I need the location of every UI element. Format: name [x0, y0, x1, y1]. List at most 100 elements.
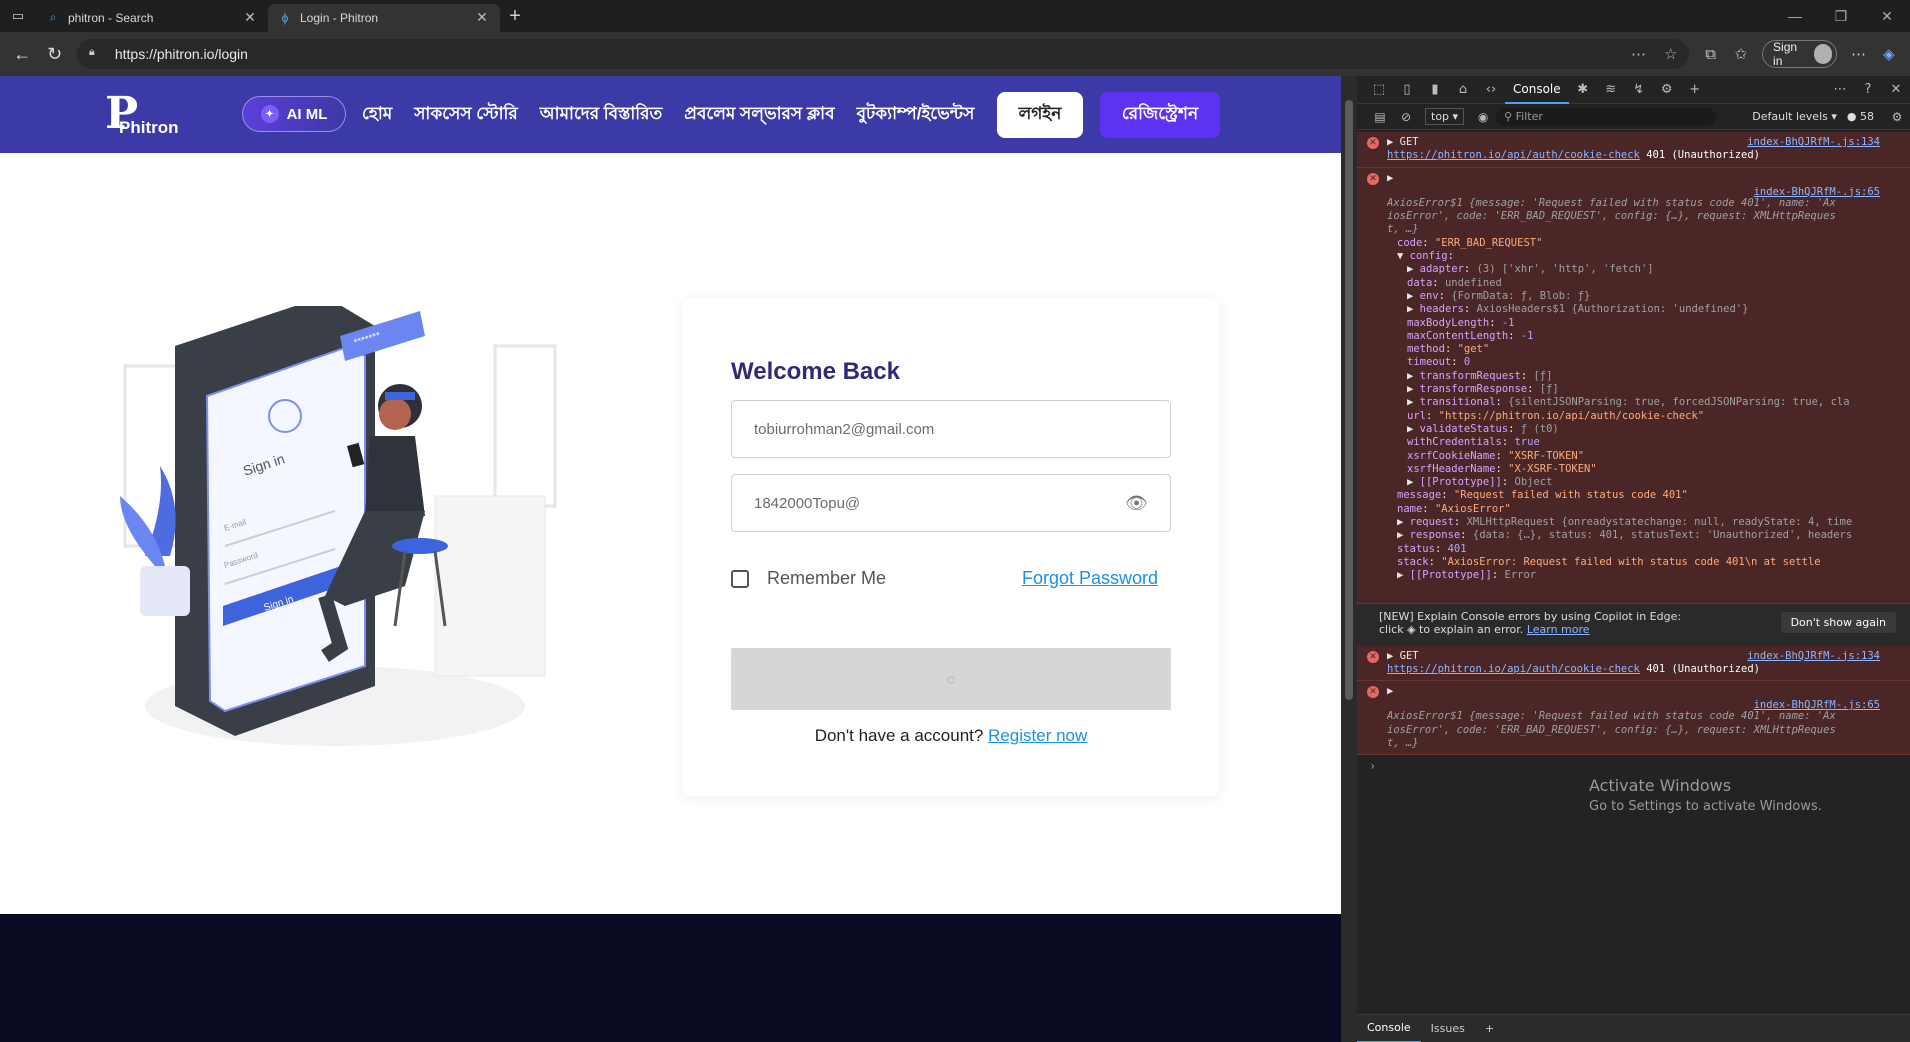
bug-icon[interactable]: ✱	[1569, 82, 1597, 97]
remember-me[interactable]: Remember Me	[731, 568, 886, 589]
minimize-icon[interactable]: —	[1772, 8, 1818, 25]
restore-icon[interactable]: ❐	[1818, 8, 1864, 25]
console-prompt[interactable]: ›	[1357, 759, 1910, 773]
sidebar-toggle-icon[interactable]: ▤	[1367, 110, 1393, 124]
request-url[interactable]: https://phitron.io/api/auth/cookie-check	[1387, 149, 1640, 161]
email-field[interactable]: tobiurrohman2@gmail.com	[731, 400, 1171, 458]
home-icon[interactable]: ⌂	[1449, 82, 1477, 97]
close-devtools-icon[interactable]: ✕	[1882, 82, 1910, 97]
property-key: transformResponse	[1419, 383, 1528, 396]
console-error-entry[interactable]: ✕ ▶ index-BhQJRfM-.js:65 AxiosError$1 {m…	[1357, 681, 1910, 756]
add-tool-icon[interactable]: +	[1681, 82, 1709, 97]
source-link[interactable]: index-BhQJRfM-.js:134	[1747, 650, 1880, 662]
forgot-password-link[interactable]: Forgot Password	[1022, 568, 1158, 589]
nav-link-about[interactable]: আমাদের বিস্তারিত	[540, 101, 663, 129]
tab-search[interactable]: ⌕ phitron - Search ✕	[36, 4, 268, 32]
object-property-line: status: 401	[1387, 543, 1902, 556]
object-property-line[interactable]: ▶ validateStatus: ƒ (t0)	[1387, 423, 1902, 436]
object-property-line[interactable]: ▶ transitional: {silentJSONParsing: true…	[1387, 396, 1902, 409]
object-property-line[interactable]: ▶ [[Prototype]]: Error	[1387, 569, 1902, 582]
property-value: "Request failed with status code 401"	[1453, 489, 1688, 502]
ai-ml-button[interactable]: ✦ AI ML	[242, 96, 346, 132]
nav-link-home[interactable]: হোম	[362, 101, 392, 129]
dont-show-again-button[interactable]: Don't show again	[1780, 611, 1896, 633]
log-levels-select[interactable]: Default levels ▾	[1752, 110, 1837, 123]
drawer-tab-issues[interactable]: Issues	[1421, 1022, 1475, 1035]
error-summary: t, …}	[1387, 223, 1419, 236]
favorite-star-icon[interactable]: ☆	[1664, 45, 1677, 63]
close-window-icon[interactable]: ✕	[1864, 8, 1910, 25]
object-property-line[interactable]: ▶ response: {data: {…}, status: 401, sta…	[1387, 529, 1902, 542]
nav-login-button[interactable]: লগইন	[997, 92, 1083, 138]
copilot-icon[interactable]: ◈	[1874, 45, 1904, 63]
sign-in-button[interactable]: Sign in	[1762, 40, 1838, 68]
nav-link-success-story[interactable]: সাকসেস স্টোরি	[414, 101, 518, 129]
nav-register-button[interactable]: রেজিস্ট্রেশন	[1100, 92, 1220, 138]
console-settings-icon[interactable]: ⚙	[1884, 110, 1910, 124]
object-property-line[interactable]: ▶ [[Prototype]]: Object	[1387, 476, 1902, 489]
console-error-entry[interactable]: ✕ ▶ index-BhQJRfM-.js:65 AxiosError$1 {m…	[1357, 167, 1910, 604]
tab-title: phitron - Search	[68, 10, 154, 25]
refresh-button[interactable]: ↻	[38, 39, 70, 69]
object-property-line[interactable]: ▶ adapter: (3) ['xhr', 'http', 'fetch']	[1387, 263, 1902, 276]
request-url[interactable]: https://phitron.io/api/auth/cookie-check	[1387, 663, 1640, 675]
close-tab-icon[interactable]: ✕	[474, 9, 490, 26]
remember-checkbox[interactable]	[731, 569, 749, 588]
avatar	[1813, 44, 1833, 64]
source-link[interactable]: index-BhQJRfM-.js:134	[1747, 136, 1880, 148]
tab-console[interactable]: Console	[1505, 76, 1569, 104]
elements-icon[interactable]: ‹›	[1477, 82, 1505, 97]
nav-link-bootcamp[interactable]: বুটক্যাম্প/ইভেন্টস	[857, 101, 975, 129]
back-button[interactable]: ←	[6, 39, 38, 69]
object-property-line[interactable]: ▶ env: {FormData: ƒ, Blob: ƒ}	[1387, 290, 1902, 303]
object-property-line[interactable]: ▶ request: XMLHttpRequest {onreadystatec…	[1387, 516, 1902, 529]
page-scrollbar[interactable]	[1341, 76, 1357, 1042]
object-property-line[interactable]: ▶ headers: AxiosHeaders$1 {Authorization…	[1387, 303, 1902, 316]
issues-count-badge[interactable]: ● 58	[1847, 110, 1874, 123]
new-tab-button[interactable]: +	[500, 5, 530, 28]
clear-console-icon[interactable]: ⊘	[1393, 110, 1419, 124]
source-link[interactable]: index-BhQJRfM-.js:65	[1754, 699, 1880, 711]
context-select[interactable]: top ▾	[1425, 108, 1465, 125]
more-tools-icon[interactable]: ⋯	[1826, 82, 1854, 97]
property-value: Error	[1504, 569, 1537, 582]
filter-input[interactable]: ⚲ Filter	[1496, 107, 1717, 126]
add-drawer-tab-icon[interactable]: +	[1475, 1022, 1504, 1035]
phitron-logo[interactable]: P Phitron	[105, 88, 185, 140]
object-property-line[interactable]: ▼ config:	[1387, 250, 1902, 263]
network-icon[interactable]: ≋	[1597, 82, 1625, 97]
live-expression-icon[interactable]: ◉	[1470, 110, 1496, 124]
login-submit-button[interactable]: ◌	[731, 648, 1171, 710]
scrollbar-thumb[interactable]	[1345, 100, 1353, 700]
favorites-icon[interactable]: ✩	[1726, 45, 1756, 63]
reader-icon[interactable]: ⋯	[1631, 45, 1646, 63]
property-key: method	[1407, 343, 1445, 356]
tab-login[interactable]: ϕ Login - Phitron ✕	[268, 3, 500, 32]
object-property-line[interactable]: ▶ transformRequest: [ƒ]	[1387, 370, 1902, 383]
nav-link-problem-solvers[interactable]: প্রবলেম সল্ভারস ক্লাব	[684, 101, 834, 129]
settings-gear-icon[interactable]: ⚙	[1653, 82, 1681, 97]
url-field[interactable]: 🔒︎ https://phitron.io/login ⋯ ☆	[76, 39, 1690, 69]
property-value: undefined	[1444, 276, 1502, 289]
site-info-icon[interactable]: 🔒︎	[89, 46, 105, 62]
performance-icon[interactable]: ↯	[1625, 82, 1653, 97]
extensions-icon[interactable]: ⧉	[1695, 46, 1725, 63]
source-link[interactable]: index-BhQJRfM-.js:65	[1754, 186, 1880, 198]
password-field[interactable]: 1842000Topu@ 👁︎	[731, 474, 1171, 532]
eye-slash-icon[interactable]: 👁︎	[1125, 493, 1148, 514]
tab-actions-icon[interactable]: ▭	[0, 0, 36, 32]
object-property-line[interactable]: ▶ transformResponse: [ƒ]	[1387, 383, 1902, 396]
property-separator: :	[1432, 276, 1445, 289]
console-error-entry[interactable]: ✕ ▶ GET index-BhQJRfM-.js:134 https://ph…	[1357, 132, 1910, 168]
expand-arrow-icon: ▶	[1397, 569, 1410, 582]
drawer-tab-console[interactable]: Console	[1357, 1015, 1421, 1042]
inspect-icon[interactable]: ⬚	[1365, 82, 1393, 97]
close-tab-icon[interactable]: ✕	[242, 9, 258, 26]
help-icon[interactable]: ?	[1854, 82, 1882, 97]
more-menu-icon[interactable]: ⋯	[1843, 45, 1873, 63]
learn-more-link[interactable]: Learn more	[1527, 623, 1590, 636]
sidebar-icon[interactable]: ▮	[1421, 82, 1449, 97]
device-icon[interactable]: ▯	[1393, 82, 1421, 97]
console-error-entry[interactable]: ✕ ▶ GET index-BhQJRfM-.js:134 https://ph…	[1357, 645, 1910, 682]
register-now-link[interactable]: Register now	[988, 726, 1087, 745]
